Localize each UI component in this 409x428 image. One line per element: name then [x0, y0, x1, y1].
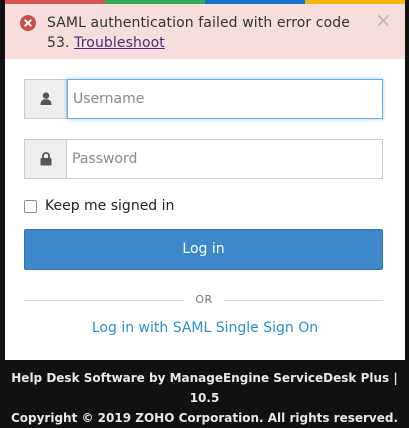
user-icon [40, 92, 52, 105]
login-button[interactable]: Log in [24, 229, 383, 270]
password-field [24, 139, 383, 179]
footer-copyright: Copyright © 2019 ZOHO Corporation. All r… [10, 411, 399, 425]
alert-message: SAML authentication failed with error co… [47, 13, 377, 53]
login-card: SAML authentication failed with error co… [5, 0, 405, 360]
lock-icon [40, 152, 52, 166]
error-alert: SAML authentication failed with error co… [5, 4, 405, 59]
remember-me-checkbox[interactable] [24, 199, 37, 213]
footer-product-line: Help Desk Software by ManageEngine Servi… [11, 371, 398, 405]
troubleshoot-link[interactable]: Troubleshoot [74, 35, 165, 51]
close-icon[interactable]: × [375, 10, 392, 30]
password-addon [25, 140, 67, 178]
username-input[interactable] [67, 79, 383, 119]
or-divider: OR [24, 292, 383, 308]
divider-line-right [224, 300, 383, 301]
password-input[interactable] [67, 140, 382, 178]
remember-me-label[interactable]: Keep me signed in [45, 198, 174, 214]
saml-login-link[interactable]: Log in with SAML Single Sign On [5, 320, 405, 336]
username-field [24, 79, 383, 119]
remember-me: Keep me signed in [24, 197, 174, 215]
footer: Help Desk Software by ManageEngine Servi… [0, 368, 409, 428]
username-addon [25, 80, 67, 118]
divider-line-left [24, 300, 184, 301]
or-text: OR [195, 293, 213, 306]
error-circle-icon [20, 15, 36, 31]
